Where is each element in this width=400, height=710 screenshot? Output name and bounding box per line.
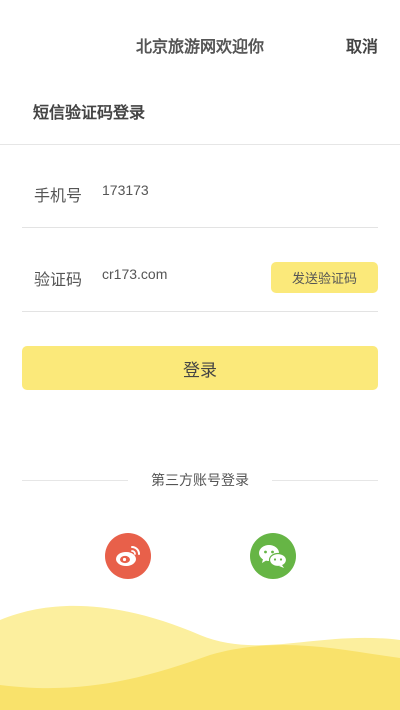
send-code-button[interactable]: 发送验证码 bbox=[271, 262, 378, 293]
wechat-icon bbox=[259, 545, 288, 568]
wechat-login-button[interactable] bbox=[250, 533, 296, 579]
divider-right bbox=[272, 480, 378, 481]
phone-input[interactable] bbox=[102, 182, 262, 198]
login-section-title: 短信验证码登录 bbox=[33, 103, 146, 122]
login-button[interactable]: 登录 bbox=[22, 346, 378, 390]
weibo-icon bbox=[116, 546, 140, 566]
decorative-waves bbox=[0, 605, 400, 710]
code-input[interactable] bbox=[102, 266, 262, 282]
third-party-login: 第三方账号登录 bbox=[22, 470, 378, 492]
cancel-button[interactable]: 取消 bbox=[346, 33, 378, 57]
page-title: 北京旅游网欢迎你 bbox=[135, 37, 264, 56]
phone-label: 手机号 bbox=[34, 186, 83, 205]
phone-row: 手机号 bbox=[22, 144, 378, 228]
code-label: 验证码 bbox=[34, 270, 83, 289]
header: 北京旅游网欢迎你 取消 bbox=[0, 0, 400, 88]
code-row: 验证码 发送验证码 bbox=[22, 228, 378, 312]
weibo-login-button[interactable] bbox=[105, 533, 151, 579]
